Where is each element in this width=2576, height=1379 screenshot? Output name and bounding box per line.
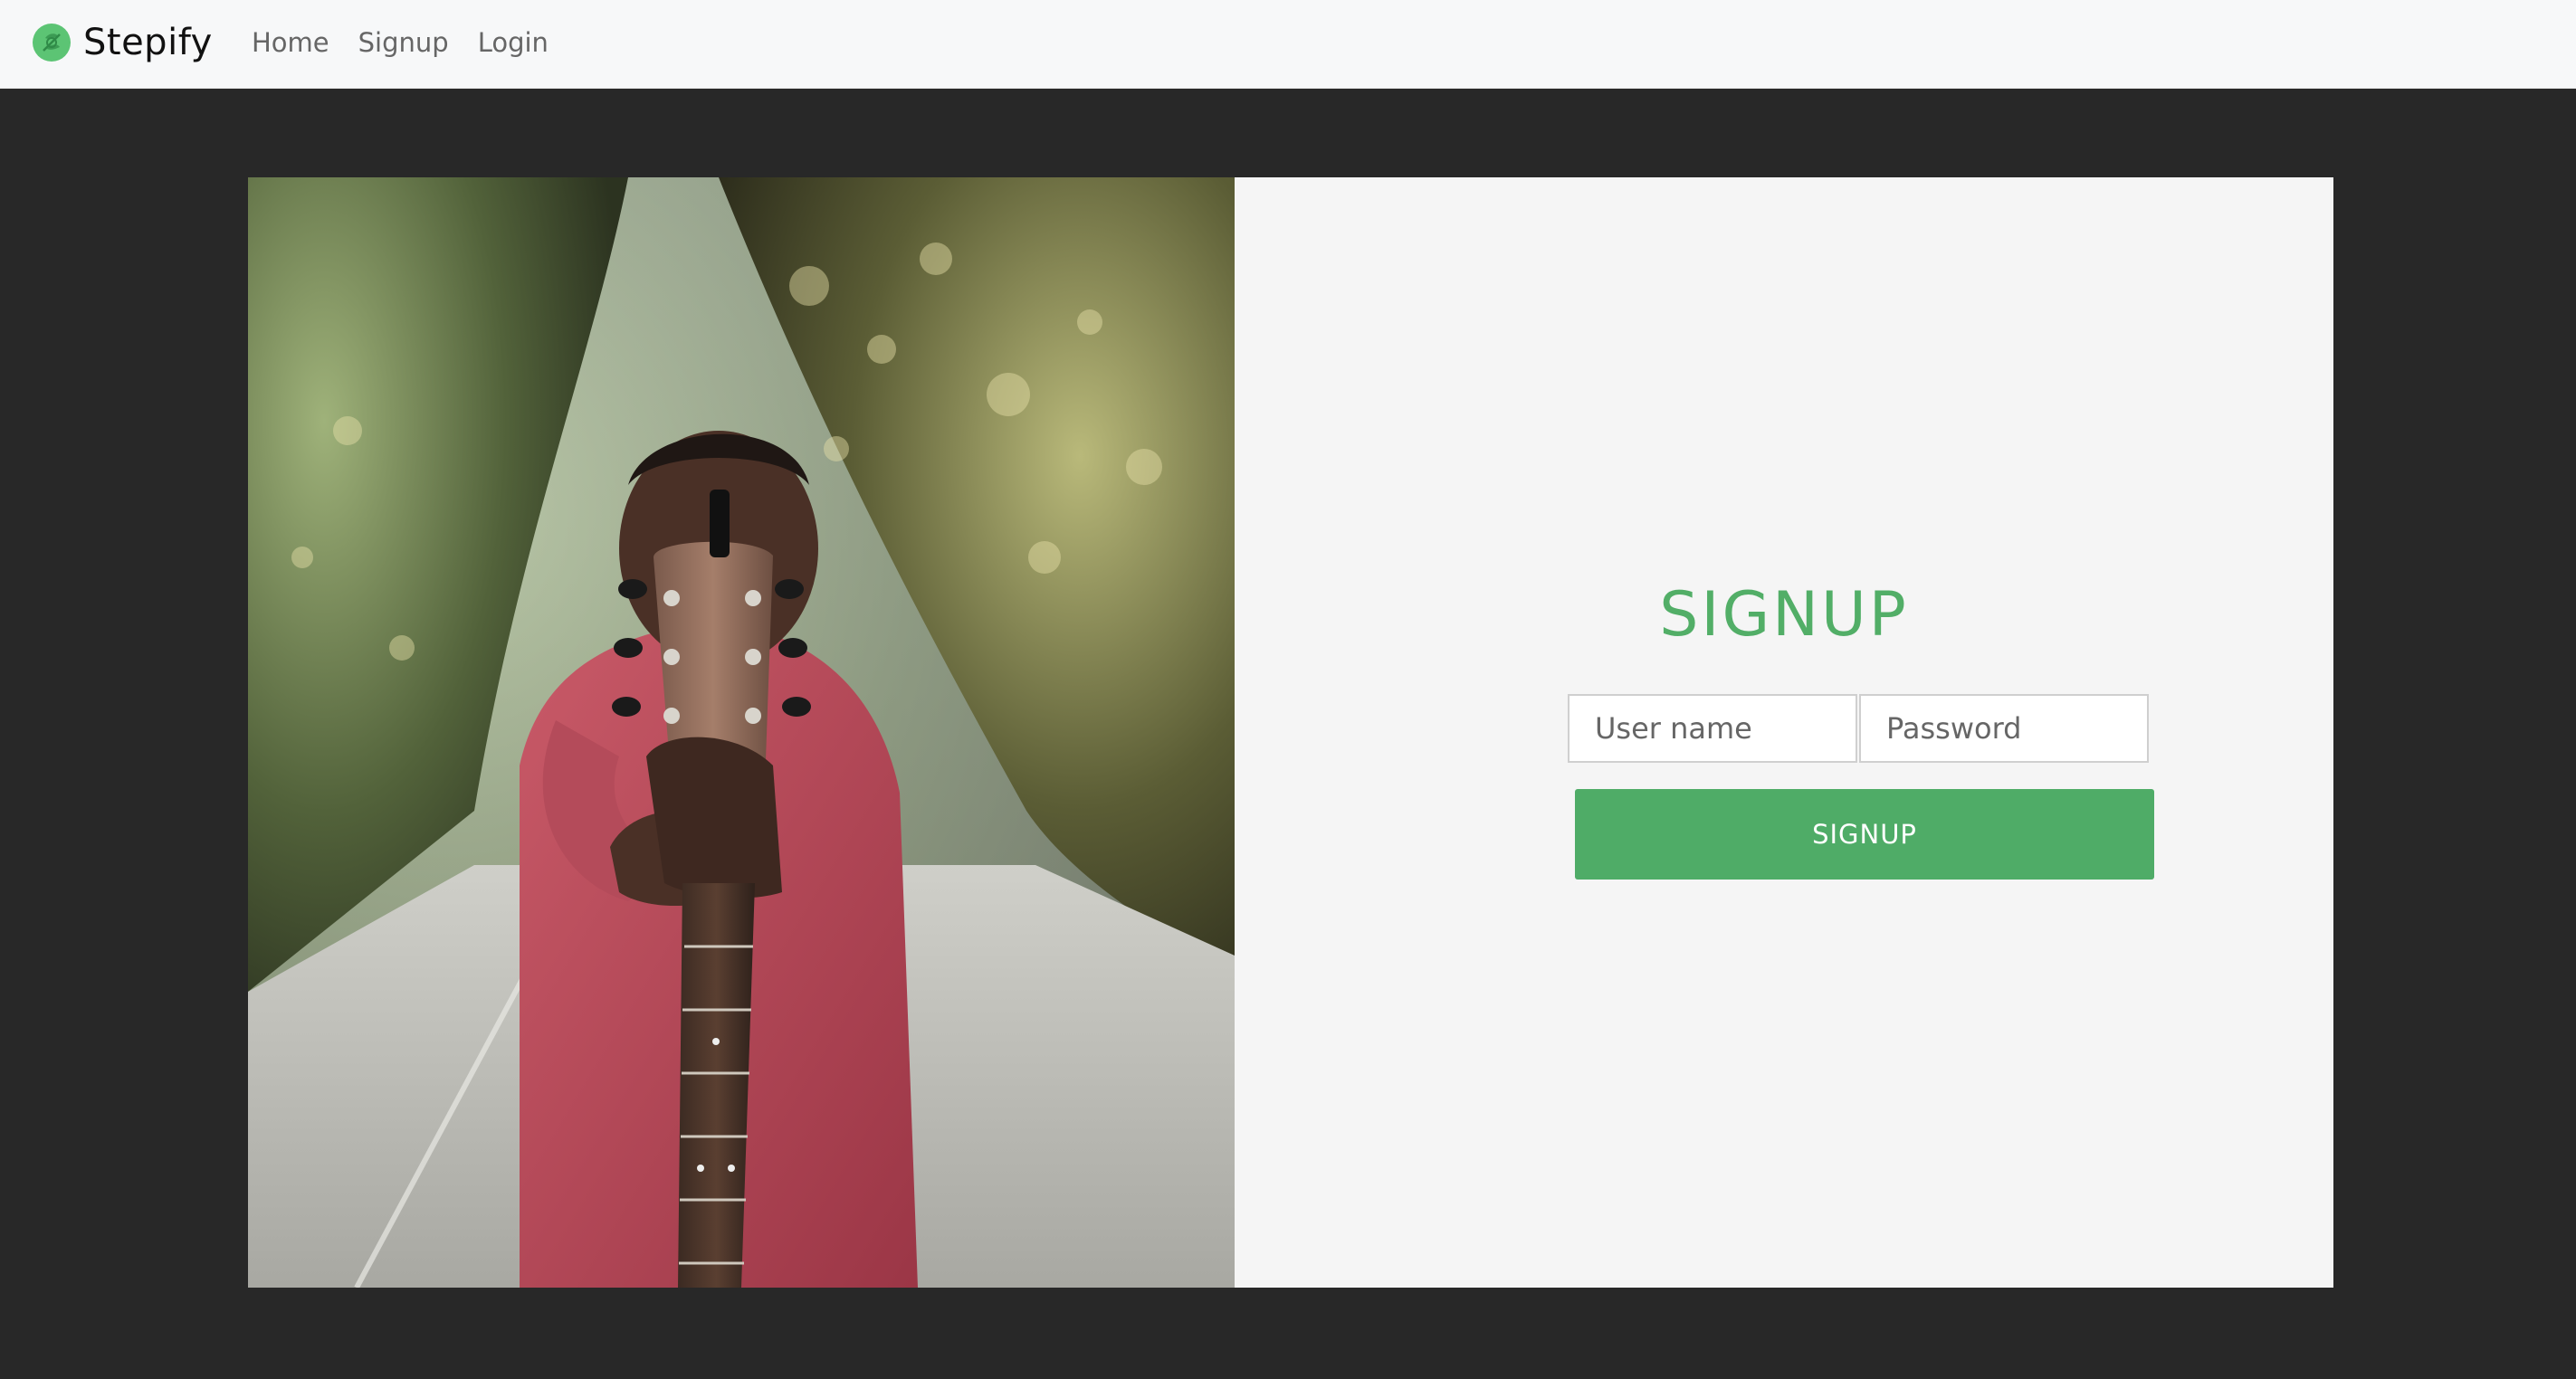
username-input[interactable] [1568,694,1857,763]
leaf-logo-icon [33,24,71,62]
nav-link-login[interactable]: Login [478,27,549,58]
nav-links: Home Signup Login [252,0,577,85]
signup-form-panel: SIGNUP SIGNUP [1235,177,2333,1288]
brand[interactable]: Stepify [33,0,213,85]
hero-photo [248,177,1235,1288]
signup-title: SIGNUP [1659,579,1909,651]
signup-button[interactable]: SIGNUP [1575,789,2154,880]
top-navbar: Stepify Home Signup Login [0,0,2576,89]
brand-name: Stepify [83,22,213,63]
nav-link-signup[interactable]: Signup [358,27,449,58]
nav-link-home[interactable]: Home [252,27,329,58]
signup-card: SIGNUP SIGNUP [248,177,2333,1288]
person-holding-guitar-photo [248,177,1235,1288]
password-input[interactable] [1859,694,2149,763]
